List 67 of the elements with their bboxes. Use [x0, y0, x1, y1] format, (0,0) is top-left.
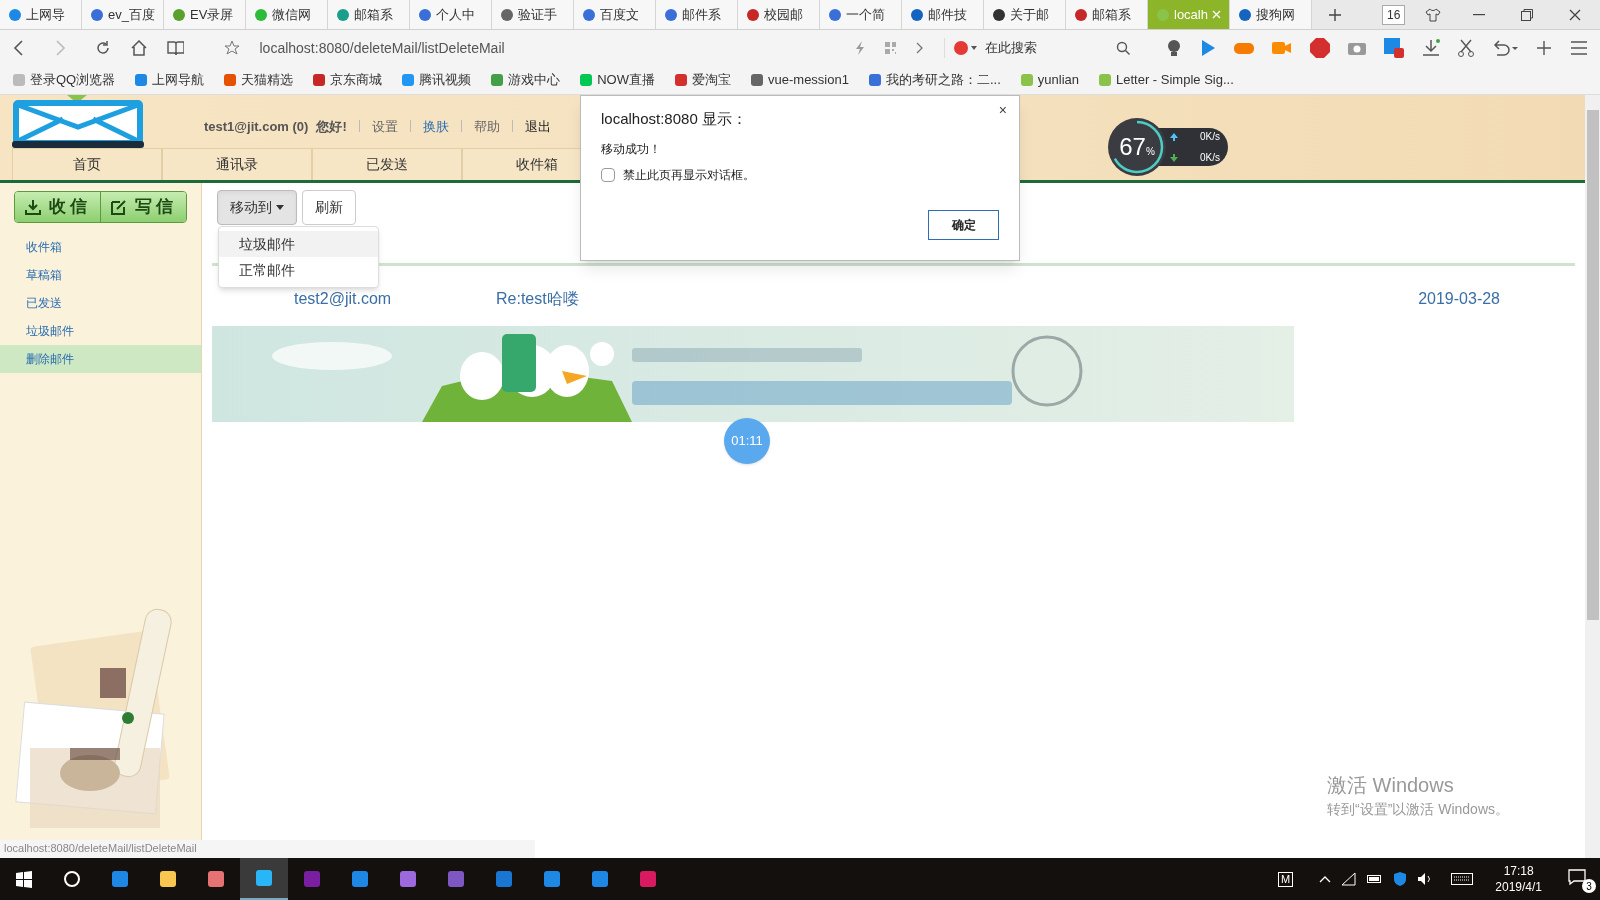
menu-item[interactable]: 正常邮件	[219, 257, 378, 283]
move-to-button[interactable]: 移动到	[217, 190, 297, 225]
download-speed: 0K/s	[1200, 151, 1220, 165]
folder-item[interactable]: 删除邮件	[0, 345, 201, 373]
mail-action-button[interactable]: 写信	[100, 192, 186, 222]
close-button[interactable]: ×	[994, 100, 1011, 121]
folder-item[interactable]: 垃圾邮件	[0, 317, 201, 345]
header-link[interactable]: 退出	[524, 116, 551, 136]
bookmark[interactable]: 腾讯视频	[401, 70, 472, 90]
tab-count[interactable]: 16	[1382, 4, 1406, 25]
bookmark[interactable]: 爱淘宝	[674, 70, 731, 90]
browser-tab[interactable]: 校园邮	[738, 0, 820, 29]
greeting: 您好!	[316, 117, 347, 136]
address-field[interactable]: localhost:8080/deleteMail/listDeleteMail	[259, 37, 832, 59]
browser-tab[interactable]: 邮箱系	[1066, 0, 1148, 29]
bookmark[interactable]: yunlian	[1019, 70, 1079, 90]
ok-button[interactable]: 确定	[928, 210, 999, 240]
folder-item[interactable]: 已发送	[0, 289, 201, 317]
sender-address[interactable]: test2@jit.com	[294, 287, 496, 311]
browser-tab[interactable]: 百度文	[574, 0, 656, 29]
browser-tab[interactable]: 微信网	[246, 0, 328, 29]
refresh-button[interactable]: 刷新	[302, 190, 356, 225]
menu-item[interactable]: 垃圾邮件	[219, 231, 378, 257]
folder-item[interactable]: 收件箱	[0, 233, 201, 261]
nav-tab[interactable]: 已发送	[312, 148, 462, 180]
status-url: localhost:8080/deleteMail/listDeleteMail	[0, 840, 535, 858]
activation-subtitle: 转到“设置”以激活 Windows。	[1327, 800, 1509, 819]
nav-tab[interactable]: 通讯录	[162, 148, 312, 180]
browser-tab[interactable]: 个人中	[410, 0, 492, 29]
notification-count: 3	[1582, 879, 1596, 893]
mail-subject[interactable]: Re:test哈喽	[496, 287, 579, 311]
browser-tab[interactable]: 邮箱系	[328, 0, 410, 29]
bookmark[interactable]: 登录QQ浏览器	[12, 70, 116, 90]
header-link[interactable]: 换肤	[422, 116, 449, 136]
ime-indicator[interactable]: M	[1278, 871, 1294, 887]
mail-date: 2019-03-28	[1418, 289, 1500, 309]
browser-tab[interactable]: 验证手	[492, 0, 574, 29]
browser-tab[interactable]: 搜狗网	[1230, 0, 1312, 29]
browser-tab[interactable]: 邮件技	[902, 0, 984, 29]
header-link[interactable]: 设置	[371, 116, 398, 136]
mail-action-button[interactable]: 收信	[15, 192, 100, 222]
upload-speed: 0K/s	[1200, 130, 1220, 144]
dialog-title: localhost:8080 显示：	[601, 109, 747, 129]
bookmark[interactable]: 天猫精选	[223, 70, 294, 90]
browser-tab[interactable]: ev_百度	[82, 0, 164, 29]
bookmark[interactable]: 上网导航	[134, 70, 205, 90]
checkbox-label: 禁止此页再显示对话框。	[623, 167, 755, 184]
header-link[interactable]: 帮助	[473, 116, 500, 136]
clock-time[interactable]: 17:18	[1503, 863, 1534, 879]
browser-tab[interactable]: 关于邮	[984, 0, 1066, 29]
search-field[interactable]: 在此搜索	[943, 38, 1131, 58]
bookmark[interactable]: 游戏中心	[490, 70, 561, 90]
bookmark[interactable]: 京东商城	[312, 70, 383, 90]
browser-tab[interactable]: EV录屏	[164, 0, 246, 29]
browser-tab[interactable]: 一个简	[820, 0, 902, 29]
bookmark[interactable]: vue-mession1	[750, 70, 849, 90]
browser-tab[interactable]: 上网导	[0, 0, 82, 29]
folder-item[interactable]: 草稿箱	[0, 261, 201, 289]
browser-tab[interactable]: 邮件系	[656, 0, 738, 29]
bookmark[interactable]: 我的考研之路：二...	[867, 70, 1001, 90]
bookmark[interactable]: NOW直播	[579, 70, 655, 90]
nav-tab[interactable]: 首页	[12, 148, 162, 180]
recording-timer: 01:11	[724, 418, 770, 464]
activation-title: 激活 Windows	[1327, 773, 1454, 798]
user-email: test1@jit.com (0)	[204, 117, 309, 136]
clock-date[interactable]: 2019/4/1	[1495, 879, 1542, 895]
bookmark[interactable]: Letter - Simple Sig...	[1098, 70, 1234, 90]
